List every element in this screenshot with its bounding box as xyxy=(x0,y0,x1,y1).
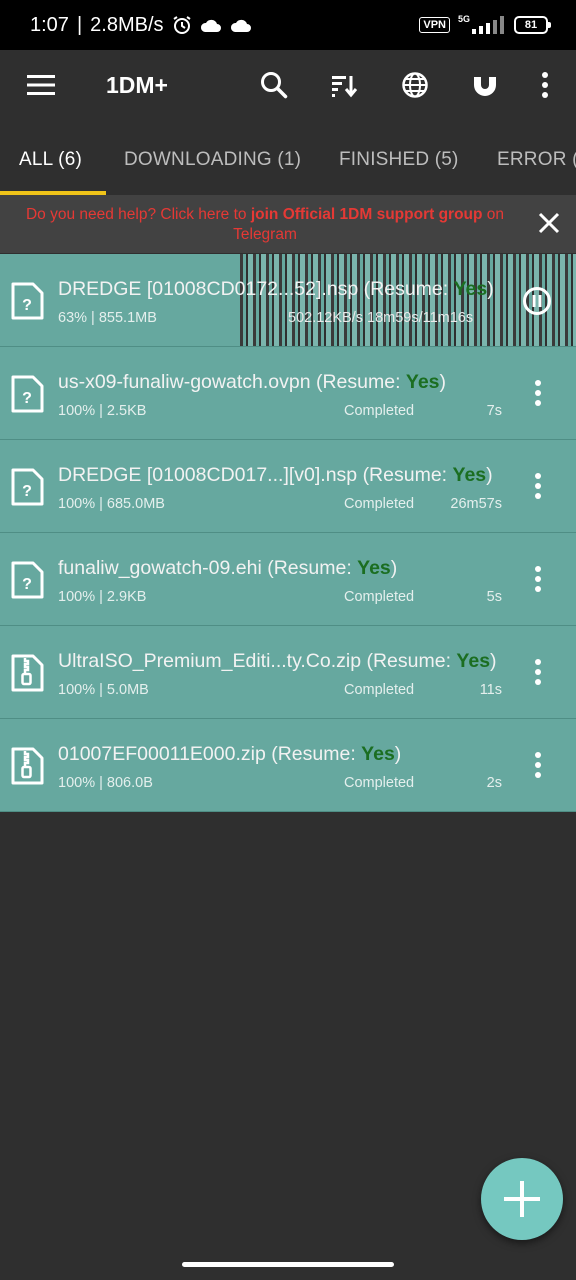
download-speed: 502.12KB/s 18m59s/11m16s xyxy=(288,310,474,326)
download-title: 01007EF00011E000.zip (Resume: Yes) xyxy=(58,743,402,765)
menu-icon[interactable] xyxy=(26,70,56,100)
download-item[interactable]: UltraISO_Premium_Editi...ty.Co.zip (Resu… xyxy=(0,626,576,719)
help-banner[interactable]: Do you need help? Click here to join Off… xyxy=(0,195,576,253)
download-status: Completed xyxy=(344,589,415,605)
magnet-button[interactable] xyxy=(468,68,502,102)
download-time: 26m57s xyxy=(450,496,502,512)
globe-icon xyxy=(402,72,428,98)
close-icon[interactable] xyxy=(536,210,562,236)
download-time: 2s xyxy=(486,775,502,791)
file-unknown-icon: ? xyxy=(11,468,44,506)
download-info: 63% | 855.1MB xyxy=(58,310,157,326)
overflow-menu-button[interactable] xyxy=(528,68,562,102)
download-item[interactable]: ? DREDGE [01008CD017...][v0].nsp (Resume… xyxy=(0,440,576,533)
download-item[interactable]: 01007EF00011E000.zip (Resume: Yes) 100% … xyxy=(0,719,576,812)
network-type: 5G xyxy=(457,14,470,24)
download-list: ? DREDGE [01008CD0172...52].nsp (Resume:… xyxy=(0,254,576,812)
status-bar: 1:07 | 2.8MB/s VPN 5G 81 xyxy=(0,0,576,50)
download-title: UltraISO_Premium_Editi...ty.Co.zip (Resu… xyxy=(58,650,497,672)
download-status: Completed xyxy=(344,496,415,512)
download-title: us-x09-funaliw-gowatch.ovpn (Resume: Yes… xyxy=(58,371,447,393)
download-info: 100% | 685.0MB xyxy=(58,496,165,512)
tab-downloading[interactable]: DOWNLOADING (1) xyxy=(124,149,301,171)
more-vertical-icon xyxy=(542,72,548,98)
download-status: Completed xyxy=(344,403,415,419)
status-time: 1:07 xyxy=(30,13,69,36)
download-time: 11s xyxy=(479,682,502,698)
signal-icon xyxy=(472,16,504,34)
search-icon xyxy=(261,72,288,99)
status-left: 1:07 | 2.8MB/s xyxy=(30,14,252,37)
file-unknown-icon: ? xyxy=(11,282,44,320)
file-zip-icon xyxy=(11,747,44,785)
file-unknown-icon: ? xyxy=(11,561,44,599)
status-right: VPN 5G 81 xyxy=(419,14,551,34)
download-item[interactable]: ? funaliw_gowatch-09.ehi (Resume: Yes) 1… xyxy=(0,533,576,626)
more-vertical-icon[interactable] xyxy=(526,377,550,409)
sort-icon xyxy=(332,76,358,98)
tab-bar: ALL (6) DOWNLOADING (1) FINISHED (5) ERR… xyxy=(0,125,576,195)
download-info: 100% | 2.9KB xyxy=(58,589,147,605)
magnet-icon xyxy=(474,73,496,96)
download-title: funaliw_gowatch-09.ehi (Resume: Yes) xyxy=(58,557,398,579)
more-vertical-icon[interactable] xyxy=(526,749,550,781)
more-vertical-icon[interactable] xyxy=(526,656,550,688)
svg-text:?: ? xyxy=(22,297,32,314)
svg-text:?: ? xyxy=(22,483,32,500)
plus-icon xyxy=(504,1181,540,1217)
more-vertical-icon[interactable] xyxy=(526,470,550,502)
gesture-nav-handle[interactable] xyxy=(182,1262,394,1267)
download-time: 5s xyxy=(486,589,502,605)
app-title: 1DM+ xyxy=(106,72,168,98)
browser-button[interactable] xyxy=(398,68,432,102)
app-bar: 1DM+ xyxy=(0,50,576,125)
signal-group: 5G xyxy=(457,14,506,34)
file-zip-icon xyxy=(11,654,44,692)
add-download-button[interactable] xyxy=(481,1158,563,1240)
download-info: 100% | 806.0B xyxy=(58,775,153,791)
download-time: 7s xyxy=(486,403,502,419)
download-status: Completed xyxy=(344,775,415,791)
cloud-icon xyxy=(230,19,251,32)
download-title: DREDGE [01008CD0172...52].nsp (Resume: Y… xyxy=(58,278,494,300)
status-speed: 2.8MB/s xyxy=(90,13,164,36)
download-info: 100% | 2.5KB xyxy=(58,403,147,419)
sort-button[interactable] xyxy=(327,68,361,102)
search-button[interactable] xyxy=(257,68,291,102)
download-status: Completed xyxy=(344,682,415,698)
download-item[interactable]: ? DREDGE [01008CD0172...52].nsp (Resume:… xyxy=(0,254,576,347)
battery-icon: 81 xyxy=(514,16,551,34)
alarm-icon xyxy=(172,16,191,34)
download-title: DREDGE [01008CD017...][v0].nsp (Resume: … xyxy=(58,464,493,486)
more-vertical-icon[interactable] xyxy=(526,563,550,595)
tab-finished[interactable]: FINISHED (5) xyxy=(339,149,459,171)
pause-icon[interactable] xyxy=(522,286,552,316)
tab-all[interactable]: ALL (6) xyxy=(19,149,82,171)
download-item[interactable]: ? us-x09-funaliw-gowatch.ovpn (Resume: Y… xyxy=(0,347,576,440)
vpn-badge: VPN xyxy=(419,17,450,33)
svg-text:?: ? xyxy=(22,576,32,593)
tab-error[interactable]: ERROR ( xyxy=(497,149,576,171)
download-info: 100% | 5.0MB xyxy=(58,682,149,698)
file-unknown-icon: ? xyxy=(11,375,44,413)
banner-text[interactable]: Do you need help? Click here to join Off… xyxy=(10,205,520,245)
cloud-sync-icon xyxy=(200,19,221,32)
svg-text:?: ? xyxy=(22,390,32,407)
